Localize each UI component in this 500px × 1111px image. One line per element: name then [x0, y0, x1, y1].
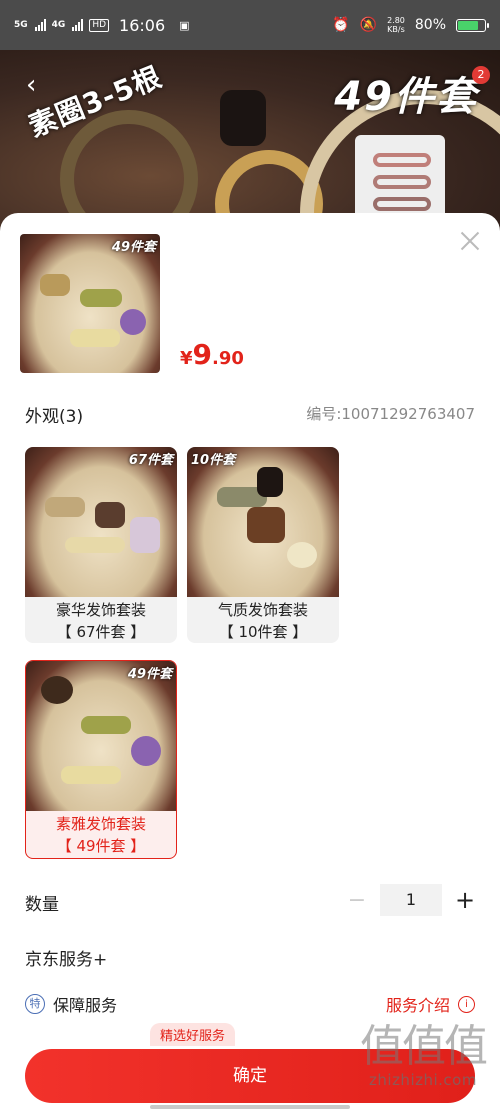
watermark: 值值值 zhizhizhi.com	[360, 1021, 488, 1090]
clock: 16:06	[119, 15, 166, 35]
option-subtitle: 【 49件套 】	[56, 837, 146, 855]
quantity-label: 数量	[25, 895, 59, 915]
clip-shape	[40, 274, 70, 296]
price-integer: 9	[192, 338, 213, 371]
guarantee-label: 保障服务	[53, 996, 118, 1015]
selected-product-thumbnail[interactable]: 49件套	[20, 234, 160, 373]
claw-clip-shape	[220, 90, 266, 146]
clip-shape	[95, 502, 125, 528]
option-name: 豪华发饰套装	[55, 601, 146, 619]
option-elegant-set[interactable]: 10件套 气质发饰套装 【 10件套 】	[187, 447, 339, 643]
option-deluxe-set[interactable]: 67件套 豪华发饰套装 【 67件套 】	[25, 447, 177, 643]
thumbnail-tag: 49件套	[111, 240, 156, 255]
background-label-right: 49件套	[334, 74, 478, 120]
clip-shape	[45, 497, 85, 517]
clip-shape	[61, 766, 121, 784]
option-thumbnail: 10件套	[187, 447, 339, 597]
battery-percent: 80%	[414, 17, 446, 33]
clip-shape	[70, 329, 120, 347]
network-5g-label: 5G	[14, 20, 28, 30]
quantity-stepper: − 1 +	[342, 884, 480, 916]
close-icon[interactable]	[460, 231, 480, 251]
option-thumbnail: 49件套	[26, 661, 176, 811]
watermark-logo: 值值值	[360, 1021, 488, 1072]
clip-shape	[247, 507, 285, 543]
app-notification-icon: ▣	[179, 18, 190, 32]
hairpin-shape	[373, 175, 431, 189]
network-speed: 2.80 KB/s	[387, 16, 405, 34]
option-name: 素雅发饰套装	[55, 815, 146, 833]
hd-voice-icon: HD	[89, 18, 110, 32]
clip-shape	[41, 676, 73, 704]
quantity-input[interactable]: 1	[380, 884, 442, 916]
clip-shape	[65, 537, 125, 553]
option-thumbnail: 67件套	[25, 447, 177, 597]
home-indicator[interactable]	[150, 1105, 350, 1109]
signal-icon	[34, 19, 46, 31]
price: ¥9.90	[180, 338, 244, 371]
claw-clip-shape	[257, 467, 283, 497]
signal-icon	[72, 19, 84, 31]
clip-shape	[81, 716, 131, 734]
scrunchie-shape	[131, 736, 161, 766]
service-intro-link[interactable]: 服务介绍 i	[386, 992, 475, 1016]
background-product-image: ‹ 素圈3-5根 49件套 2	[0, 50, 500, 230]
battery-icon	[456, 18, 489, 32]
sku-selection-sheet: 49件套 ¥9.90 外观(3) 编号:10071292763407 67件套 …	[0, 213, 500, 1111]
product-code: 编号:10071292763407	[306, 405, 475, 423]
status-bar: 5G 4G HD 16:06 ▣ ⏰ 🔕 2.80 KB/s 80%	[0, 0, 500, 50]
plus-button[interactable]: +	[450, 886, 480, 914]
option-name: 气质发饰套装	[217, 601, 308, 619]
hairpin-shape	[373, 197, 431, 211]
network-4g-label: 4G	[51, 20, 66, 30]
alarm-icon: ⏰	[332, 17, 350, 33]
clip-shape	[80, 289, 122, 307]
good-service-tag: 精选好服务	[150, 1023, 236, 1046]
speed-unit: KB/s	[387, 25, 405, 34]
speed-value: 2.80	[387, 16, 405, 25]
mute-icon: 🔕	[359, 17, 378, 33]
hairpin-card	[355, 135, 445, 225]
special-badge-icon: 特	[25, 994, 45, 1014]
cart-badge[interactable]: 2	[472, 66, 490, 84]
battery-fill	[458, 20, 479, 30]
price-decimal: .90	[212, 348, 244, 369]
hairpin-shape	[373, 153, 431, 167]
price-currency: ¥	[180, 348, 193, 369]
option-simple-set[interactable]: 49件套 素雅发饰套装 【 49件套 】	[25, 660, 177, 859]
option-tag: 49件套	[127, 667, 172, 682]
watermark-url: zhizhizhi.com	[369, 1071, 477, 1089]
service-title: 京东服务+	[25, 950, 108, 970]
info-icon: i	[458, 995, 475, 1013]
appearance-title: 外观(3)	[25, 407, 84, 427]
ring-shape	[60, 110, 198, 230]
clip-shape	[287, 542, 317, 568]
guarantee-service: 特 保障服务	[25, 992, 117, 1016]
option-tag: 67件套	[128, 453, 173, 468]
option-subtitle: 【 10件套 】	[218, 623, 308, 641]
scrunchie-shape	[120, 309, 146, 335]
minus-button[interactable]: −	[342, 888, 372, 913]
service-intro-label: 服务介绍	[385, 996, 450, 1015]
clip-shape	[130, 517, 160, 553]
option-tag: 10件套	[191, 453, 236, 468]
option-subtitle: 【 67件套 】	[56, 623, 146, 641]
